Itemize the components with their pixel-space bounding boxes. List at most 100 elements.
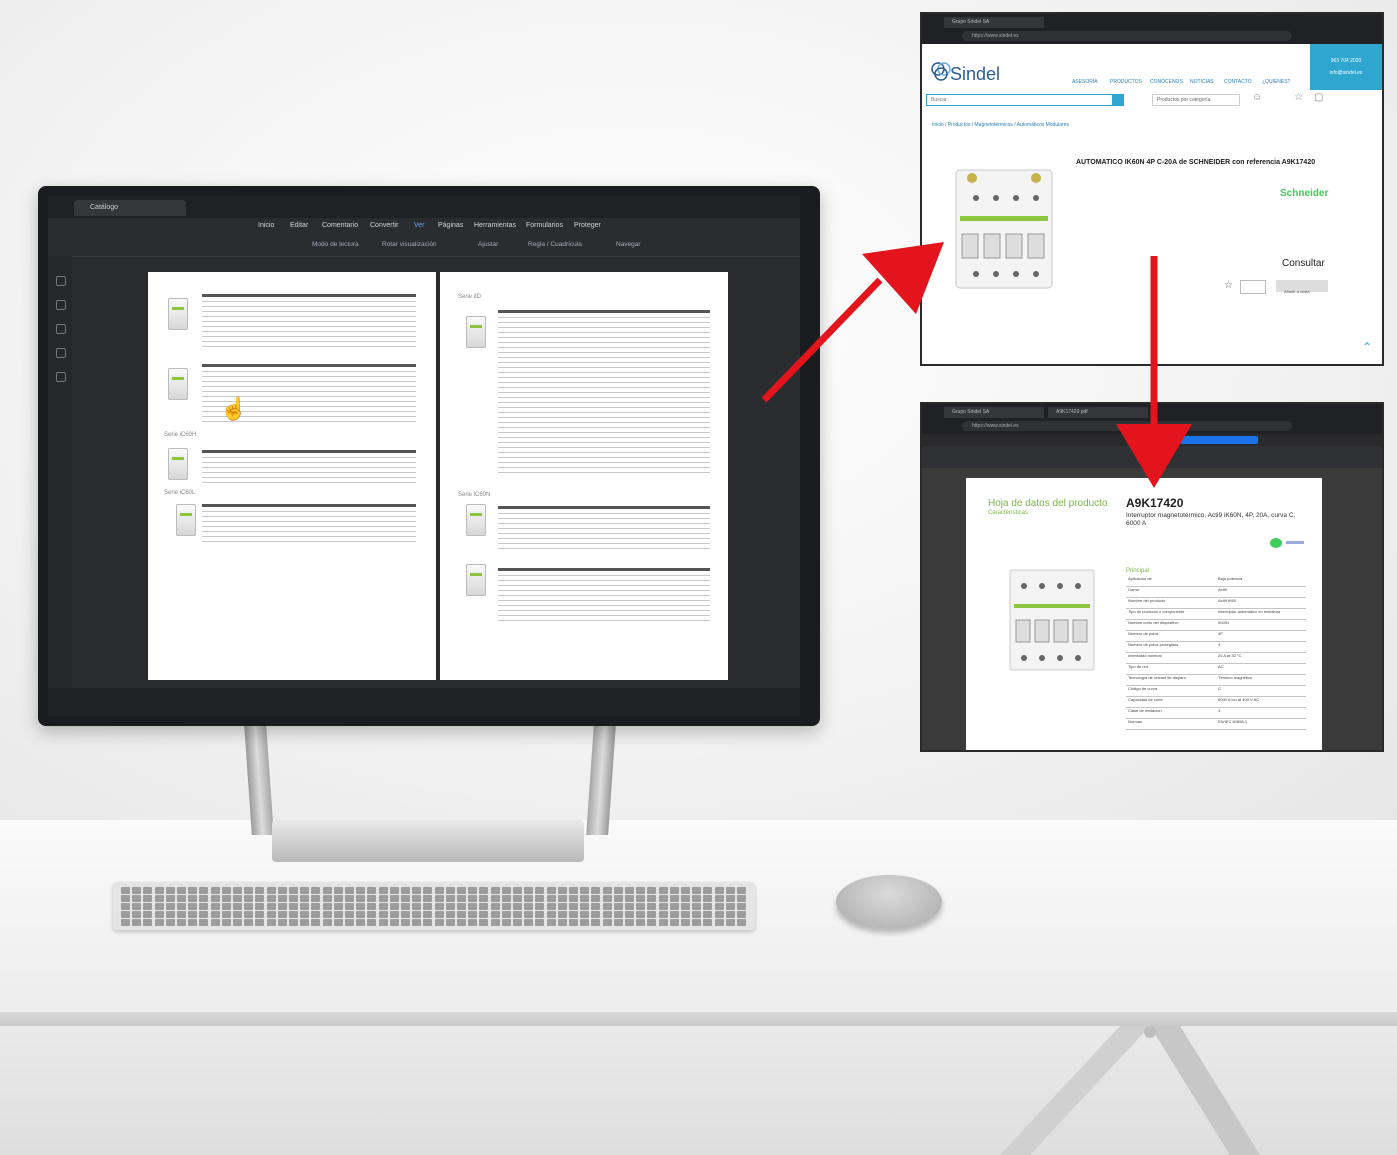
keyboard-key: [132, 919, 142, 926]
menu-convertir[interactable]: Convertir: [370, 222, 398, 229]
keyboard-key: [647, 895, 657, 902]
keyboard-key: [445, 919, 455, 926]
keyboard-key: [714, 919, 724, 926]
menu-editar[interactable]: Editar: [290, 222, 308, 229]
address-bar[interactable]: https://www.sindel.es: [962, 31, 1292, 41]
keyboard-key: [322, 911, 332, 918]
keyboard-key: [345, 919, 354, 926]
keyboard-key: [546, 887, 556, 894]
breaker-thumbnail: [466, 316, 486, 348]
keyboard-key: [401, 887, 410, 894]
product-table: [498, 310, 710, 473]
open-button[interactable]: [1162, 436, 1258, 444]
keyboard-key: [602, 903, 612, 910]
keyboard-key: [165, 903, 175, 910]
datasheet-code: A9K17420: [1126, 496, 1184, 510]
address-bar[interactable]: https://www.sindel.es: [962, 421, 1292, 431]
pdf-tab[interactable]: Catálogo Sindel_Automáticos.pdf: [74, 200, 186, 227]
datasheet-subheading: Características: [988, 510, 1029, 516]
bookmark-icon[interactable]: [56, 300, 66, 310]
keyboard-key: [692, 895, 702, 902]
tool-navigate[interactable]: Navegar: [616, 241, 641, 248]
tool-reading-mode[interactable]: Modo de lectura: [312, 241, 359, 248]
tool-grid[interactable]: Regla / Cuadrícula: [528, 241, 582, 248]
keyboard-key: [311, 919, 321, 926]
keyboard-key: [244, 887, 254, 894]
search-input[interactable]: Buscar: [926, 94, 1122, 106]
menu-ver[interactable]: Ver: [414, 222, 425, 229]
keyboard-key: [333, 903, 343, 910]
nav-asesoria[interactable]: ASESORÍA: [1072, 79, 1098, 85]
keyboard-key: [524, 903, 534, 910]
tool-fit[interactable]: Ajustar: [478, 241, 498, 248]
keyboard-key: [143, 895, 153, 902]
keyboard-key: [423, 911, 433, 918]
keyboard-key: [221, 887, 231, 894]
keyboard-key: [423, 903, 433, 910]
nav-conocenos[interactable]: CONÓCENOS: [1150, 79, 1183, 85]
keyboard-key: [445, 887, 455, 894]
keyboard-key: [121, 887, 130, 894]
breaker-product-image: [955, 169, 1053, 289]
browser-tab[interactable]: Grupo Sindel SA: [944, 17, 1044, 28]
keyboard-key: [277, 903, 287, 910]
thumbnail-icon[interactable]: [56, 276, 66, 286]
spec-value: 4P: [1218, 631, 1223, 636]
keyboard-key: [479, 895, 489, 902]
keyboard-key: [681, 895, 690, 902]
keyboard-key: [389, 887, 399, 894]
menu-herramientas[interactable]: Herramientas: [474, 222, 516, 229]
keyboard-key: [692, 887, 702, 894]
breadcrumb[interactable]: Inicio / Productos / Magnetotérmicos / A…: [932, 122, 1069, 128]
keyboard-key: [199, 919, 209, 926]
spec-row: Nombre del producto Acti9 iK60: [1126, 598, 1306, 609]
nav-noticias[interactable]: NOTICIAS: [1190, 79, 1214, 85]
nav-productos[interactable]: PRODUCTOS: [1110, 79, 1142, 85]
keyboard-key: [266, 919, 276, 926]
layers-icon[interactable]: [56, 372, 66, 382]
menu-proteger[interactable]: Proteger: [574, 222, 601, 229]
keyboard-key: [557, 895, 567, 902]
spec-label: Tipo de red: [1128, 664, 1149, 669]
comment-icon[interactable]: [56, 324, 66, 334]
cart-icon[interactable]: ▢: [1314, 92, 1323, 103]
keyboard-key: [378, 895, 388, 902]
keyboard-key: [546, 919, 556, 926]
keyboard-key: [412, 911, 422, 918]
keyboard-key: [647, 903, 657, 910]
keyboard-key: [468, 911, 478, 918]
series-title: Serie iC60H: [164, 432, 197, 438]
pdf-page-right: Serie iID Serie iC60N: [440, 272, 728, 680]
user-icon[interactable]: ☺: [1252, 92, 1262, 103]
quantity-input[interactable]: [1240, 280, 1266, 294]
attachment-icon[interactable]: [56, 348, 66, 358]
star-icon[interactable]: ☆: [1294, 92, 1303, 103]
nav-quienes[interactable]: ¿QUIÉNES?: [1262, 79, 1290, 85]
keyboard-key: [613, 903, 623, 910]
keyboard-key: [692, 911, 702, 918]
breaker-thumbnail: [168, 368, 188, 400]
browser-tab[interactable]: Grupo Sindel SA: [944, 407, 1044, 418]
star-icon[interactable]: ☆: [1224, 280, 1233, 291]
category-select[interactable]: Productos por categoría: [1152, 94, 1240, 106]
keyboard-key: [188, 903, 198, 910]
menu-inicio[interactable]: Inicio: [258, 222, 274, 229]
keyboard-key: [132, 895, 142, 902]
add-to-cart-button[interactable]: Añadir a cesta: [1276, 280, 1328, 294]
menu-formularios[interactable]: Formularios: [526, 222, 563, 229]
keyboard-key: [132, 903, 142, 910]
spec-label: Clase de limitación: [1128, 708, 1162, 713]
keyboard-key: [255, 903, 265, 910]
menu-comentario[interactable]: Comentario: [322, 222, 358, 229]
menu-paginas[interactable]: Páginas: [438, 222, 463, 229]
search-icon[interactable]: [1112, 94, 1124, 106]
contact-box[interactable]: 963 704 2020 info@sindel.es: [1310, 44, 1382, 90]
scroll-up-icon[interactable]: ⌃: [1362, 340, 1372, 354]
keyboard-key: [725, 919, 735, 926]
keyboard-key: [501, 895, 511, 902]
nav-contacto[interactable]: CONTACTO: [1224, 79, 1252, 85]
spec-value: Acti9 iK60: [1218, 598, 1237, 603]
keyboard-key: [210, 911, 220, 918]
tool-rotate[interactable]: Rotar visualización: [382, 241, 437, 248]
pdf-tab[interactable]: A9K17420.pdf: [1048, 407, 1148, 418]
